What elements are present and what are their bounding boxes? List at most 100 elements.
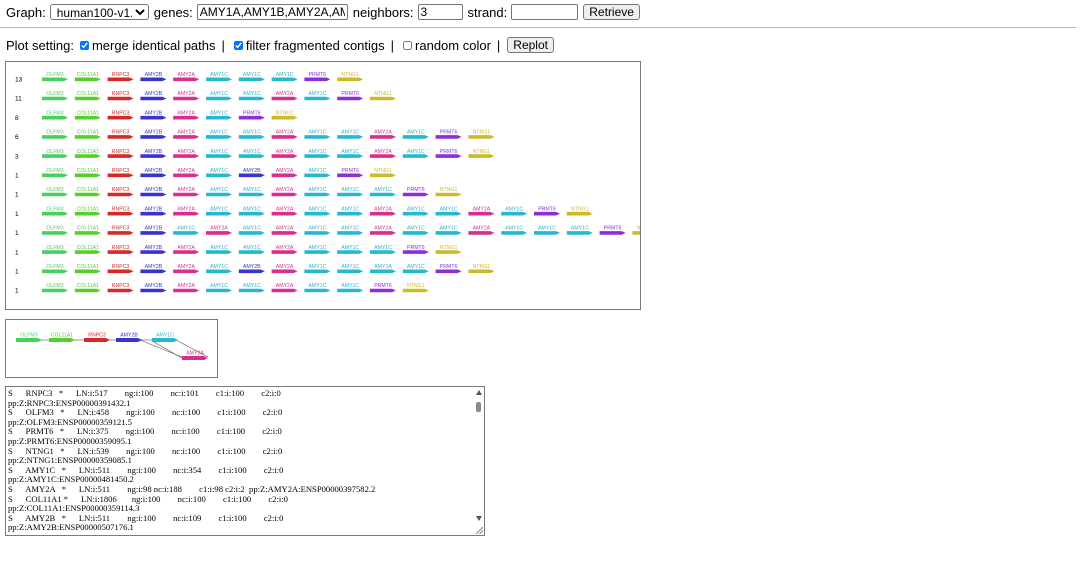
gene-block: AMY2A — [173, 264, 200, 274]
gfa-textarea[interactable]: S RNPC3 * LN:i:517 ng:i:100 nc:i:101 c1:… — [5, 386, 485, 536]
gene-label: AMY2A — [473, 206, 491, 212]
gene-label: AMY2B — [243, 168, 261, 174]
gene-label: AMY1C — [308, 283, 326, 289]
path-count: 1 — [15, 192, 19, 199]
gene-label: PRMT6 — [604, 226, 622, 232]
gene-label: RNPC3 — [112, 264, 130, 270]
genes-label: genes: — [153, 4, 193, 20]
gene-block: AMY1C — [238, 149, 265, 158]
gene-block: PRMT6 — [435, 130, 462, 139]
gene-block: OLFM3 — [42, 206, 68, 216]
merge-identical-paths-label: merge identical paths — [91, 37, 216, 53]
gene-block: AMY1C — [337, 206, 364, 216]
gene-block: COL11A1 — [74, 149, 101, 158]
gene-arrow — [74, 115, 101, 120]
graph-select[interactable]: human100-v1.1-a1 — [49, 4, 149, 20]
gene-arrow — [42, 211, 68, 216]
gene-arrow — [206, 173, 232, 178]
replot-button[interactable]: Replot — [507, 37, 554, 53]
gene-arrow — [468, 269, 495, 274]
gene-label: COL11A1 — [77, 187, 100, 193]
resize-grip-icon[interactable] — [476, 527, 483, 534]
scroll-down-icon[interactable] — [476, 516, 482, 521]
gene-block: AMY2A — [173, 110, 200, 120]
gene-arrow — [271, 135, 298, 139]
graph-node: AMY2B — [116, 333, 142, 342]
gene-block: AMY2A — [271, 245, 298, 254]
gene-arrow — [74, 77, 101, 82]
gene-label: AMY2B — [145, 206, 163, 212]
gene-arrow — [107, 77, 134, 82]
gene-arrow — [304, 288, 331, 293]
gene-arrow — [271, 115, 298, 120]
filter-fragmented-contigs-checkbox[interactable] — [233, 40, 243, 50]
gene-label: AMY2A — [177, 168, 195, 174]
gene-arrow — [370, 211, 396, 216]
gene-arrow — [206, 77, 232, 82]
gene-block: NTNG1 — [632, 226, 659, 235]
gene-label: OLFM3 — [20, 333, 37, 339]
gene-arrow — [402, 288, 429, 293]
gene-block: PRMT6 — [370, 283, 396, 293]
gene-label: COL11A1 — [51, 333, 74, 339]
gene-label: AMY2A — [276, 149, 294, 155]
gene-label: PRMT6 — [341, 91, 359, 97]
gene-block: COL11A1 — [74, 187, 101, 197]
gene-arrow — [107, 173, 134, 178]
gene-arrow — [42, 115, 68, 120]
gene-block: COL11A1 — [74, 91, 101, 101]
gene-arrow — [402, 154, 429, 158]
gene-block: AMY1A — [370, 264, 396, 274]
gene-block: RNPC3 — [107, 168, 134, 178]
gene-block: AMY1C — [304, 264, 331, 274]
retrieve-button[interactable]: Retrieve — [583, 4, 640, 20]
gene-block: AMY1C — [206, 72, 232, 82]
gene-arrow — [534, 231, 560, 235]
gene-block: AMY2B — [140, 110, 167, 120]
gene-block: AMY1C — [238, 187, 265, 197]
gene-block: NTNG1 — [370, 168, 396, 178]
gene-label: PRMT6 — [440, 149, 458, 155]
gene-label: AMY1C — [243, 187, 261, 193]
gene-label: NTNG1 — [473, 264, 491, 270]
gene-arrow — [370, 231, 396, 235]
scroll-up-icon[interactable] — [476, 390, 482, 395]
random-color-checkbox[interactable] — [403, 40, 413, 50]
gene-label: AMY1C — [341, 187, 359, 193]
gene-block: AMY2A — [173, 283, 200, 293]
gene-arrow — [107, 154, 134, 158]
gene-label: AMY1C — [243, 91, 261, 97]
gene-arrow — [206, 250, 232, 254]
gene-arrow — [107, 211, 134, 216]
gene-arrow — [173, 269, 200, 274]
gene-block: NTNG1 — [435, 245, 462, 254]
gene-arrow — [304, 173, 331, 178]
gene-label: AMY1C — [156, 333, 174, 339]
gene-block: AMY1C — [173, 226, 200, 235]
gene-block: AMY1C — [402, 206, 429, 216]
genes-input[interactable] — [196, 4, 348, 20]
gene-label: NTNG1 — [571, 206, 589, 212]
gene-label: OLFM3 — [46, 283, 63, 289]
gene-arrow — [238, 115, 265, 120]
neighbors-input[interactable] — [417, 4, 463, 20]
gene-graph-panel: OLFM3 COL11A1 RNPC3 AMY2B AMY1C AMY2A — [5, 319, 218, 378]
scroll-thumb[interactable] — [476, 402, 481, 412]
gene-arrow — [49, 338, 75, 342]
gene-label: OLFM3 — [46, 168, 63, 174]
strand-input[interactable] — [511, 4, 579, 20]
paths-plot-panel: 13 OLFM3 COL11A1 RNPC3 AMY2B AMY2A AMY1C AMY1C A… — [5, 61, 659, 310]
gene-label: AMY1C — [505, 226, 523, 232]
gene-block: AMY1C — [238, 283, 265, 293]
gene-label: AMY1C — [538, 226, 556, 232]
path-count: 1 — [15, 288, 19, 295]
merge-identical-paths-checkbox[interactable] — [79, 40, 89, 50]
gene-arrow — [238, 96, 265, 101]
gene-arrow — [304, 250, 331, 254]
gene-label: AMY1C — [243, 72, 261, 78]
gene-arrow — [42, 173, 68, 178]
graph-label: Graph: — [6, 4, 46, 20]
gene-block: AMY1C — [238, 130, 265, 139]
scrollbar[interactable] — [474, 387, 484, 535]
gene-label: PRMT6 — [407, 187, 425, 193]
